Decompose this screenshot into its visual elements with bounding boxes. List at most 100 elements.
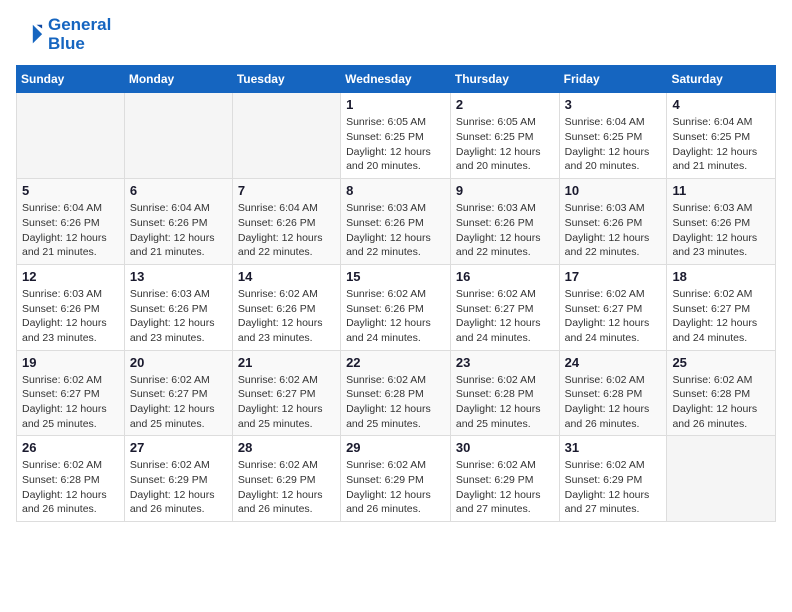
calendar-cell: 14 Sunrise: 6:02 AMSunset: 6:26 PMDayligh… [232, 264, 340, 350]
day-number: 28 [238, 440, 335, 455]
calendar-week-row: 26 Sunrise: 6:02 AMSunset: 6:28 PMDayligh… [17, 436, 776, 522]
day-info: Sunrise: 6:02 AMSunset: 6:29 PMDaylight:… [238, 458, 335, 517]
day-number: 25 [672, 355, 770, 370]
day-info: Sunrise: 6:02 AMSunset: 6:27 PMDaylight:… [565, 287, 662, 346]
weekday-header-tuesday: Tuesday [232, 66, 340, 93]
day-number: 15 [346, 269, 445, 284]
weekday-header-friday: Friday [559, 66, 667, 93]
calendar-cell: 26 Sunrise: 6:02 AMSunset: 6:28 PMDayligh… [17, 436, 125, 522]
calendar-cell: 24 Sunrise: 6:02 AMSunset: 6:28 PMDayligh… [559, 350, 667, 436]
calendar-cell: 13 Sunrise: 6:03 AMSunset: 6:26 PMDayligh… [124, 264, 232, 350]
logo: General Blue [16, 16, 111, 53]
day-info: Sunrise: 6:03 AMSunset: 6:26 PMDaylight:… [346, 201, 445, 260]
calendar-cell: 22Sunrise: 6:02 AMSunset: 6:28 PMDayligh… [341, 350, 451, 436]
calendar-cell: 16Sunrise: 6:02 AMSunset: 6:27 PMDayligh… [450, 264, 559, 350]
calendar-cell: 28 Sunrise: 6:02 AMSunset: 6:29 PMDayligh… [232, 436, 340, 522]
calendar-cell: 10 Sunrise: 6:03 AMSunset: 6:26 PMDayligh… [559, 179, 667, 265]
day-info: Sunrise: 6:02 AMSunset: 6:27 PMDaylight:… [22, 373, 119, 432]
day-number: 1 [346, 97, 445, 112]
calendar-cell: 27Sunrise: 6:02 AMSunset: 6:29 PMDayligh… [124, 436, 232, 522]
day-info: Sunrise: 6:02 AMSunset: 6:27 PMDaylight:… [238, 373, 335, 432]
day-number: 2 [456, 97, 554, 112]
day-number: 10 [565, 183, 662, 198]
day-number: 6 [130, 183, 227, 198]
calendar-week-row: 12 Sunrise: 6:03 AMSunset: 6:26 PMDayligh… [17, 264, 776, 350]
day-info: Sunrise: 6:03 AMSunset: 6:26 PMDaylight:… [565, 201, 662, 260]
calendar-cell: 15 Sunrise: 6:02 AMSunset: 6:26 PMDayligh… [341, 264, 451, 350]
day-info: Sunrise: 6:03 AMSunset: 6:26 PMDaylight:… [22, 287, 119, 346]
page-header: General Blue [16, 16, 776, 53]
day-info: Sunrise: 6:02 AMSunset: 6:29 PMDaylight:… [456, 458, 554, 517]
day-number: 19 [22, 355, 119, 370]
calendar-week-row: 5Sunrise: 6:04 AMSunset: 6:26 PMDaylight… [17, 179, 776, 265]
day-info: Sunrise: 6:04 AMSunset: 6:26 PMDaylight:… [238, 201, 335, 260]
day-info: Sunrise: 6:05 AMSunset: 6:25 PMDaylight:… [346, 115, 445, 174]
day-number: 17 [565, 269, 662, 284]
day-info: Sunrise: 6:03 AMSunset: 6:26 PMDaylight:… [456, 201, 554, 260]
calendar-cell: 25 Sunrise: 6:02 AMSunset: 6:28 PMDayligh… [667, 350, 776, 436]
day-number: 23 [456, 355, 554, 370]
logo-icon [16, 21, 44, 49]
day-number: 7 [238, 183, 335, 198]
day-number: 9 [456, 183, 554, 198]
calendar-cell [667, 436, 776, 522]
calendar-cell: 30 Sunrise: 6:02 AMSunset: 6:29 PMDayligh… [450, 436, 559, 522]
calendar-cell: 9 Sunrise: 6:03 AMSunset: 6:26 PMDaylight… [450, 179, 559, 265]
day-number: 13 [130, 269, 227, 284]
day-number: 27 [130, 440, 227, 455]
calendar-cell: 12 Sunrise: 6:03 AMSunset: 6:26 PMDayligh… [17, 264, 125, 350]
calendar-cell [17, 93, 125, 179]
day-number: 20 [130, 355, 227, 370]
day-info: Sunrise: 6:04 AMSunset: 6:25 PMDaylight:… [672, 115, 770, 174]
day-info: Sunrise: 6:02 AMSunset: 6:28 PMDaylight:… [456, 373, 554, 432]
day-info: Sunrise: 6:05 AMSunset: 6:25 PMDaylight:… [456, 115, 554, 174]
logo-general: General [48, 15, 111, 34]
day-number: 24 [565, 355, 662, 370]
calendar-cell: 4Sunrise: 6:04 AMSunset: 6:25 PMDaylight… [667, 93, 776, 179]
calendar-cell: 23 Sunrise: 6:02 AMSunset: 6:28 PMDayligh… [450, 350, 559, 436]
day-info: Sunrise: 6:02 AMSunset: 6:27 PMDaylight:… [456, 287, 554, 346]
calendar-week-row: 1 Sunrise: 6:05 AMSunset: 6:25 PMDaylight… [17, 93, 776, 179]
day-number: 21 [238, 355, 335, 370]
day-info: Sunrise: 6:04 AMSunset: 6:26 PMDaylight:… [130, 201, 227, 260]
calendar-cell: 19 Sunrise: 6:02 AMSunset: 6:27 PMDayligh… [17, 350, 125, 436]
day-info: Sunrise: 6:04 AMSunset: 6:26 PMDaylight:… [22, 201, 119, 260]
calendar-cell: 11Sunrise: 6:03 AMSunset: 6:26 PMDayligh… [667, 179, 776, 265]
day-info: Sunrise: 6:02 AMSunset: 6:29 PMDaylight:… [346, 458, 445, 517]
calendar-cell: 5Sunrise: 6:04 AMSunset: 6:26 PMDaylight… [17, 179, 125, 265]
day-info: Sunrise: 6:02 AMSunset: 6:27 PMDaylight:… [672, 287, 770, 346]
calendar-table: SundayMondayTuesdayWednesdayThursdayFrid… [16, 65, 776, 522]
calendar-cell: 29 Sunrise: 6:02 AMSunset: 6:29 PMDayligh… [341, 436, 451, 522]
day-info: Sunrise: 6:04 AMSunset: 6:25 PMDaylight:… [565, 115, 662, 174]
day-info: Sunrise: 6:02 AMSunset: 6:26 PMDaylight:… [346, 287, 445, 346]
day-info: Sunrise: 6:02 AMSunset: 6:29 PMDaylight:… [565, 458, 662, 517]
day-number: 12 [22, 269, 119, 284]
calendar-cell [124, 93, 232, 179]
day-info: Sunrise: 6:02 AMSunset: 6:26 PMDaylight:… [238, 287, 335, 346]
weekday-header-wednesday: Wednesday [341, 66, 451, 93]
calendar-cell [232, 93, 340, 179]
weekday-header-row: SundayMondayTuesdayWednesdayThursdayFrid… [17, 66, 776, 93]
day-number: 18 [672, 269, 770, 284]
day-number: 8 [346, 183, 445, 198]
day-number: 30 [456, 440, 554, 455]
day-info: Sunrise: 6:03 AMSunset: 6:26 PMDaylight:… [130, 287, 227, 346]
calendar-cell: 2 Sunrise: 6:05 AMSunset: 6:25 PMDaylight… [450, 93, 559, 179]
day-info: Sunrise: 6:02 AMSunset: 6:27 PMDaylight:… [130, 373, 227, 432]
logo-blue: Blue [48, 35, 111, 54]
calendar-cell: 8 Sunrise: 6:03 AMSunset: 6:26 PMDaylight… [341, 179, 451, 265]
day-number: 3 [565, 97, 662, 112]
calendar-cell: 18 Sunrise: 6:02 AMSunset: 6:27 PMDayligh… [667, 264, 776, 350]
day-info: Sunrise: 6:02 AMSunset: 6:28 PMDaylight:… [346, 373, 445, 432]
weekday-header-saturday: Saturday [667, 66, 776, 93]
calendar-week-row: 19 Sunrise: 6:02 AMSunset: 6:27 PMDayligh… [17, 350, 776, 436]
day-number: 14 [238, 269, 335, 284]
day-number: 26 [22, 440, 119, 455]
calendar-cell: 1 Sunrise: 6:05 AMSunset: 6:25 PMDaylight… [341, 93, 451, 179]
day-info: Sunrise: 6:02 AMSunset: 6:28 PMDaylight:… [565, 373, 662, 432]
day-number: 29 [346, 440, 445, 455]
calendar-cell: 6 Sunrise: 6:04 AMSunset: 6:26 PMDaylight… [124, 179, 232, 265]
day-info: Sunrise: 6:02 AMSunset: 6:28 PMDaylight:… [22, 458, 119, 517]
day-info: Sunrise: 6:02 AMSunset: 6:28 PMDaylight:… [672, 373, 770, 432]
calendar-cell: 3 Sunrise: 6:04 AMSunset: 6:25 PMDaylight… [559, 93, 667, 179]
